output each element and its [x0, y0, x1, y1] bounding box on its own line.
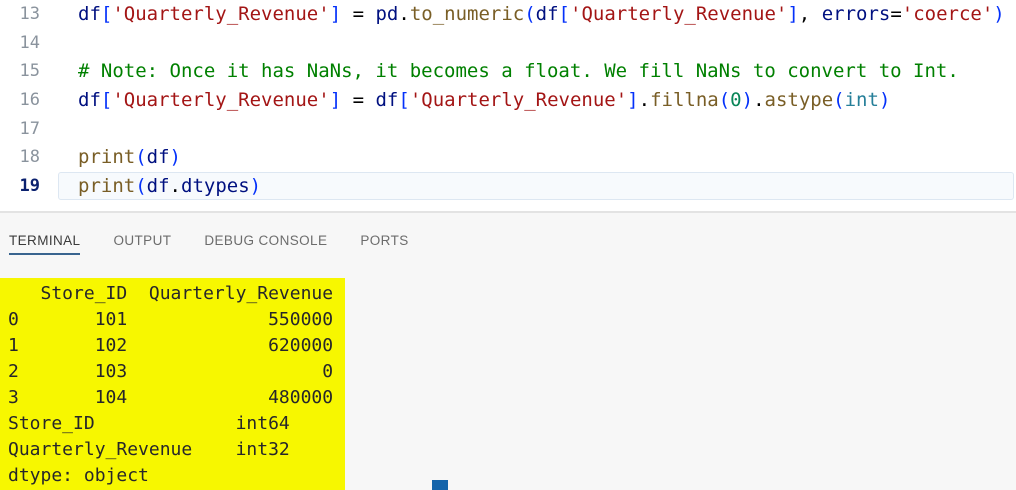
code-token: ]	[329, 3, 342, 26]
code-line[interactable]: 16 df['Quarterly_Revenue'] = df['Quarterl…	[0, 86, 1016, 115]
code-line[interactable]: 17	[0, 114, 1016, 143]
line-number: 13	[19, 4, 40, 25]
code-token: =	[341, 3, 376, 26]
code-token: .	[638, 89, 651, 112]
code-token: df	[78, 89, 101, 112]
code-text: print(df.dtypes)	[78, 175, 261, 197]
terminal-output[interactable]: Store_ID Quarterly_Revenue 0 101 550000 …	[8, 281, 333, 489]
code-token: print	[78, 146, 136, 169]
code-token: ]	[329, 89, 342, 112]
code-token: int	[844, 89, 879, 112]
code-token: df	[375, 89, 399, 112]
tab-ports[interactable]: PORTS	[360, 233, 408, 255]
code-token: ]	[627, 89, 639, 112]
code-line[interactable]: 13 df['Quarterly_Revenue'] = pd.to_numeri…	[0, 0, 1016, 29]
code-token: 'Quarterly_Revenue'	[409, 89, 628, 112]
code-token: (	[833, 89, 845, 112]
code-token: df	[146, 146, 170, 169]
code-token: df	[535, 3, 559, 26]
code-token: )	[878, 89, 891, 112]
code-line[interactable]: 18 print(df)	[0, 143, 1016, 172]
code-token: 'Quarterly_Revenue'	[112, 3, 330, 26]
code-token: df	[146, 174, 170, 197]
code-token: )	[249, 174, 262, 197]
code-token: fillna	[650, 89, 719, 112]
code-token: 0	[730, 89, 742, 112]
tab-output[interactable]: OUTPUT	[113, 233, 171, 255]
code-token: [	[558, 3, 570, 26]
line-number: 14	[19, 32, 40, 53]
code-token: pd	[375, 3, 399, 26]
line-number: 18	[19, 147, 40, 168]
code-token: [	[100, 89, 113, 112]
code-token: =	[341, 89, 376, 112]
code-token: .	[753, 89, 765, 112]
code-token: astype	[764, 89, 834, 112]
code-token: 'Quarterly_Revenue'	[570, 3, 788, 26]
code-token: to_numeric	[409, 3, 525, 26]
code-token: print	[78, 174, 136, 197]
code-token: )	[993, 3, 1005, 26]
tab-debug-console[interactable]: DEBUG CONSOLE	[204, 233, 327, 255]
code-token: (	[135, 174, 147, 197]
code-token: .	[398, 3, 410, 26]
code-line[interactable]: 19 print(df.dtypes)	[0, 171, 1016, 201]
code-text: df['Quarterly_Revenue'] = df['Quarterly_…	[78, 89, 890, 111]
code-token: (	[524, 3, 536, 26]
code-text: print(df)	[78, 146, 181, 168]
code-token: 'coerce'	[901, 3, 994, 26]
code-token: (	[135, 146, 147, 169]
vscode-window: 13 df['Quarterly_Revenue'] = pd.to_numeri…	[0, 0, 1016, 490]
code-line[interactable]: 14	[0, 29, 1016, 58]
code-token: (	[718, 89, 731, 112]
code-token: ]	[787, 3, 799, 26]
code-token: errors	[821, 3, 891, 26]
code-token: df	[78, 3, 101, 26]
line-number: 15	[19, 61, 40, 82]
bottom-panel: TERMINAL OUTPUT DEBUG CONSOLE PORTS Store_I…	[0, 213, 1016, 490]
code-token: [	[100, 3, 113, 26]
terminal-cursor-block	[432, 480, 448, 490]
code-token: ,	[798, 3, 822, 26]
code-token: )	[741, 89, 754, 112]
code-text: # Note: Once it has NaNs, it becomes a f…	[78, 60, 959, 82]
tab-terminal[interactable]: TERMINAL	[9, 233, 81, 255]
line-number: 19	[19, 175, 40, 196]
code-token: )	[169, 146, 181, 169]
code-token: # Note: Once it has NaNs, it becomes a f…	[78, 60, 959, 83]
code-token: 'Quarterly_Revenue'	[112, 89, 330, 112]
code-token: .	[169, 174, 181, 197]
panel-tab-bar: TERMINAL OUTPUT DEBUG CONSOLE PORTS	[0, 213, 1016, 255]
line-number: 17	[19, 118, 40, 139]
code-line[interactable]: 15 # Note: Once it has NaNs, it becomes a…	[0, 57, 1016, 86]
code-token: =	[890, 3, 902, 26]
code-token: [	[398, 89, 410, 112]
code-text: df['Quarterly_Revenue'] = pd.to_numeric(…	[78, 3, 1005, 25]
code-editor[interactable]: 13 df['Quarterly_Revenue'] = pd.to_numeri…	[0, 0, 1016, 211]
code-token: dtypes	[181, 174, 250, 197]
line-number: 16	[19, 90, 40, 111]
